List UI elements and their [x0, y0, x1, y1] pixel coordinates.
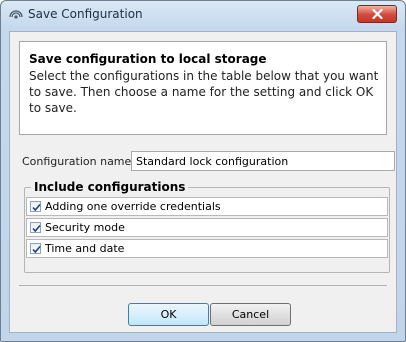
list-item[interactable]: Time and date [26, 239, 388, 258]
ok-button[interactable]: OK [128, 303, 209, 326]
list-item[interactable]: Adding one override credentials [26, 197, 388, 216]
checkmark-icon [32, 224, 41, 233]
checkmark-icon [32, 203, 41, 212]
checkmark-icon [32, 245, 41, 254]
close-button[interactable] [357, 5, 397, 23]
header-panel: Save configuration to local storage Sele… [19, 41, 387, 135]
header-title: Save configuration to local storage [29, 52, 267, 66]
checkbox[interactable] [30, 243, 41, 254]
title-bar[interactable]: Save Configuration [1, 1, 405, 27]
divider [19, 285, 387, 286]
list-item-label: Time and date [45, 242, 125, 255]
dialog-content: Save configuration to local storage Sele… [9, 31, 397, 333]
save-configuration-dialog: Save Configuration Save configuration to… [0, 0, 406, 342]
checkbox[interactable] [30, 222, 41, 233]
cancel-button[interactable]: Cancel [210, 303, 291, 326]
configuration-name-input[interactable]: Standard lock configuration [131, 151, 395, 171]
list-item-label: Adding one override credentials [45, 200, 221, 213]
configuration-name-label: Configuration name [22, 155, 132, 168]
header-description: Select the configurations in the table b… [29, 69, 379, 115]
list-item[interactable]: Security mode [26, 218, 388, 237]
window-title: Save Configuration [28, 7, 143, 21]
close-icon [372, 9, 383, 19]
list-item-label: Security mode [45, 221, 125, 234]
checkbox[interactable] [30, 201, 41, 212]
configuration-icon [8, 7, 24, 21]
include-configurations-title: Include configurations [31, 180, 189, 194]
include-configurations-group: Include configurations Adding one overri… [24, 180, 390, 273]
